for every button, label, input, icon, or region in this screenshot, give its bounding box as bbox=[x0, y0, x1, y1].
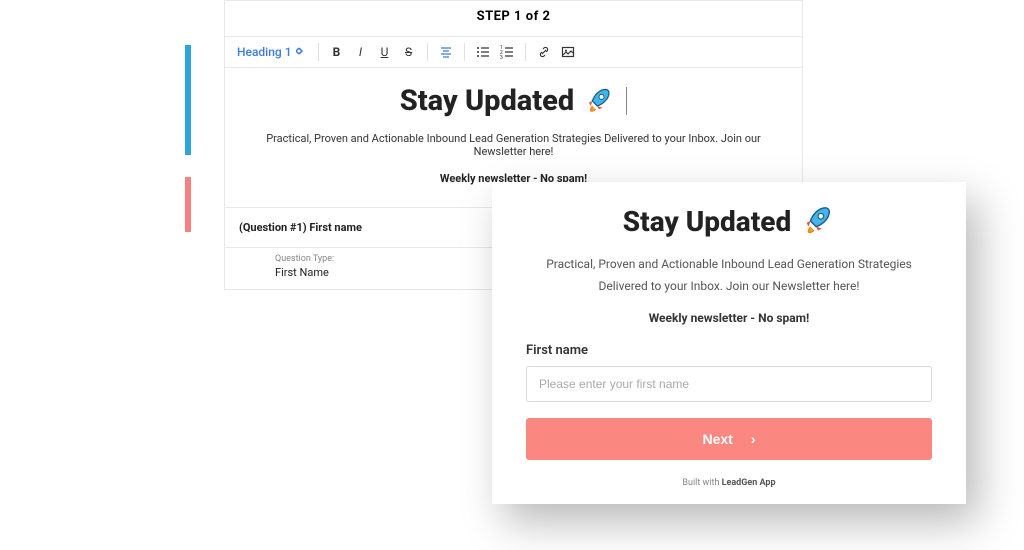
step-header: STEP 1 of 2 bbox=[225, 1, 802, 36]
rocket-icon bbox=[801, 204, 835, 238]
first-name-input[interactable] bbox=[526, 366, 932, 402]
built-with-footer: Built with LeadGen App bbox=[526, 478, 932, 488]
editor-title-text: Stay Updated bbox=[400, 84, 574, 118]
italic-button[interactable]: I bbox=[351, 41, 371, 63]
editor-title: Stay Updated bbox=[400, 84, 627, 118]
editor-subtitle: Practical, Proven and Actionable Inbound… bbox=[249, 132, 778, 158]
image-button[interactable] bbox=[558, 41, 578, 63]
accent-bar-blue bbox=[185, 45, 191, 155]
preview-subtitle: Practical, Proven and Actionable Inbound… bbox=[526, 254, 932, 297]
toolbar-separator bbox=[427, 43, 428, 61]
first-name-label: First name bbox=[526, 343, 932, 358]
strikethrough-button[interactable]: S bbox=[399, 41, 419, 63]
svg-text:3: 3 bbox=[500, 55, 503, 59]
built-with-prefix: Built with bbox=[682, 478, 721, 488]
next-button[interactable]: Next › bbox=[526, 418, 932, 460]
preview-title: Stay Updated bbox=[526, 204, 932, 238]
preview-note: Weekly newsletter - No spam! bbox=[526, 311, 932, 325]
align-button[interactable] bbox=[436, 41, 456, 63]
rocket-icon bbox=[584, 86, 614, 116]
chevron-right-icon: › bbox=[751, 431, 756, 447]
link-button[interactable] bbox=[534, 41, 554, 63]
unordered-list-button[interactable] bbox=[473, 41, 493, 63]
next-button-label: Next bbox=[702, 431, 732, 447]
editor-toolbar: Heading 1 B I U S 123 bbox=[225, 36, 802, 68]
preview-title-text: Stay Updated bbox=[623, 205, 791, 238]
ordered-list-button[interactable]: 123 bbox=[497, 41, 517, 63]
heading-select[interactable]: Heading 1 bbox=[233, 43, 310, 61]
toolbar-separator bbox=[318, 43, 319, 61]
toolbar-separator bbox=[464, 43, 465, 61]
preview-card: Stay Updated Practical, Proven and Actio… bbox=[492, 182, 966, 504]
bold-button[interactable]: B bbox=[327, 41, 347, 63]
accent-bar-coral bbox=[185, 177, 191, 232]
caret-icon bbox=[296, 45, 306, 59]
underline-button[interactable]: U bbox=[375, 41, 395, 63]
heading-select-label: Heading 1 bbox=[237, 45, 292, 59]
toolbar-separator bbox=[525, 43, 526, 61]
built-with-brand: LeadGen App bbox=[722, 478, 776, 488]
